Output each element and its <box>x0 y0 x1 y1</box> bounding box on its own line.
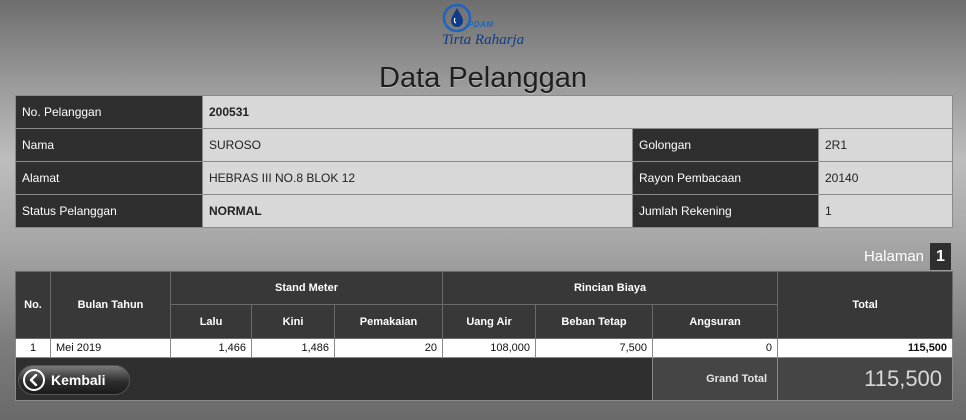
column-group-stand-meter: Stand Meter <box>169 271 444 305</box>
cell-current: 1,486 <box>251 338 335 358</box>
page-indicator-number[interactable]: 1 <box>930 243 951 270</box>
column-header-water-charge: Uang Air <box>442 304 537 339</box>
customer-row-number: No. Pelanggan 200531 <box>15 95 954 129</box>
cell-installment: 0 <box>652 338 779 358</box>
arrow-left-icon <box>23 369 45 391</box>
page-title: Data Pelanggan <box>379 62 587 94</box>
logo-pdam-text: PDAM <box>468 20 494 29</box>
cell-fixed-charge: 7,500 <box>535 338 654 358</box>
customer-rayon-label: Rayon Pembacaan <box>632 161 819 195</box>
pdam-logo: PDAM Tirta Raharja <box>440 3 540 51</box>
column-header-fixed-charge: Beban Tetap <box>535 304 654 339</box>
customer-address-value: HEBRAS III NO.8 BLOK 12 <box>202 161 633 195</box>
column-header-installment: Angsuran <box>652 304 779 339</box>
billing-header-row: No. Bulan Tahun Stand Meter Rincian Biay… <box>15 271 954 339</box>
customer-status-label: Status Pelanggan <box>15 194 203 228</box>
column-header-total: Total <box>777 271 954 339</box>
column-header-no: No. <box>15 271 51 339</box>
customer-number-label: No. Pelanggan <box>15 95 203 129</box>
customer-row-status: Status Pelanggan NORMAL Jumlah Rekening … <box>15 194 954 228</box>
customer-row-name: Nama SUROSO Golongan 2R1 <box>15 128 954 162</box>
cell-total: 115,500 <box>777 338 954 358</box>
column-header-previous: Lalu <box>170 304 252 339</box>
page-indicator: Halaman 1 <box>864 243 951 270</box>
column-header-month: Bulan Tahun <box>50 271 171 339</box>
customer-number-value: 200531 <box>201 95 954 129</box>
customer-row-address: Alamat HEBRAS III NO.8 BLOK 12 Rayon Pem… <box>15 161 954 195</box>
customer-rayon-value: 20140 <box>817 161 954 195</box>
grand-total-row: Grand Total 115,500 <box>14 357 954 401</box>
table-row: 1 Mei 2019 1,466 1,486 20 108,000 7,500 … <box>15 338 954 358</box>
page-indicator-label: Halaman <box>863 248 924 265</box>
column-header-current: Kini <box>251 304 335 339</box>
back-button-label: Kembali <box>51 372 106 388</box>
arrow-left-icon-shape <box>29 374 38 386</box>
customer-accounts-value: 1 <box>817 194 954 228</box>
customer-info-table: No. Pelanggan 200531 Nama SUROSO Golonga… <box>15 95 954 228</box>
grand-total-label: Grand Total <box>652 357 779 401</box>
cell-no: 1 <box>15 338 51 358</box>
cell-water-charge: 108,000 <box>442 338 537 358</box>
customer-name-label: Nama <box>15 128 203 162</box>
customer-status-value: NORMAL <box>202 194 633 228</box>
column-group-cost-details: Rincian Biaya <box>442 271 779 305</box>
billing-table: No. Bulan Tahun Stand Meter Rincian Biay… <box>14 271 954 401</box>
logo-brand-name: Tirta Raharja <box>442 32 525 48</box>
customer-accounts-label: Jumlah Rekening <box>632 194 819 228</box>
cell-month: Mei 2019 <box>50 338 171 358</box>
cell-usage: 20 <box>333 338 444 358</box>
customer-group-value: 2R1 <box>817 128 954 162</box>
cell-previous: 1,466 <box>170 338 252 358</box>
grand-total-value: 115,500 <box>777 357 954 401</box>
back-button[interactable]: Kembali <box>18 365 130 395</box>
column-header-usage: Pemakaian <box>333 304 444 339</box>
customer-group-label: Golongan <box>632 128 819 162</box>
customer-name-value: SUROSO <box>202 128 633 162</box>
customer-address-label: Alamat <box>15 161 203 195</box>
